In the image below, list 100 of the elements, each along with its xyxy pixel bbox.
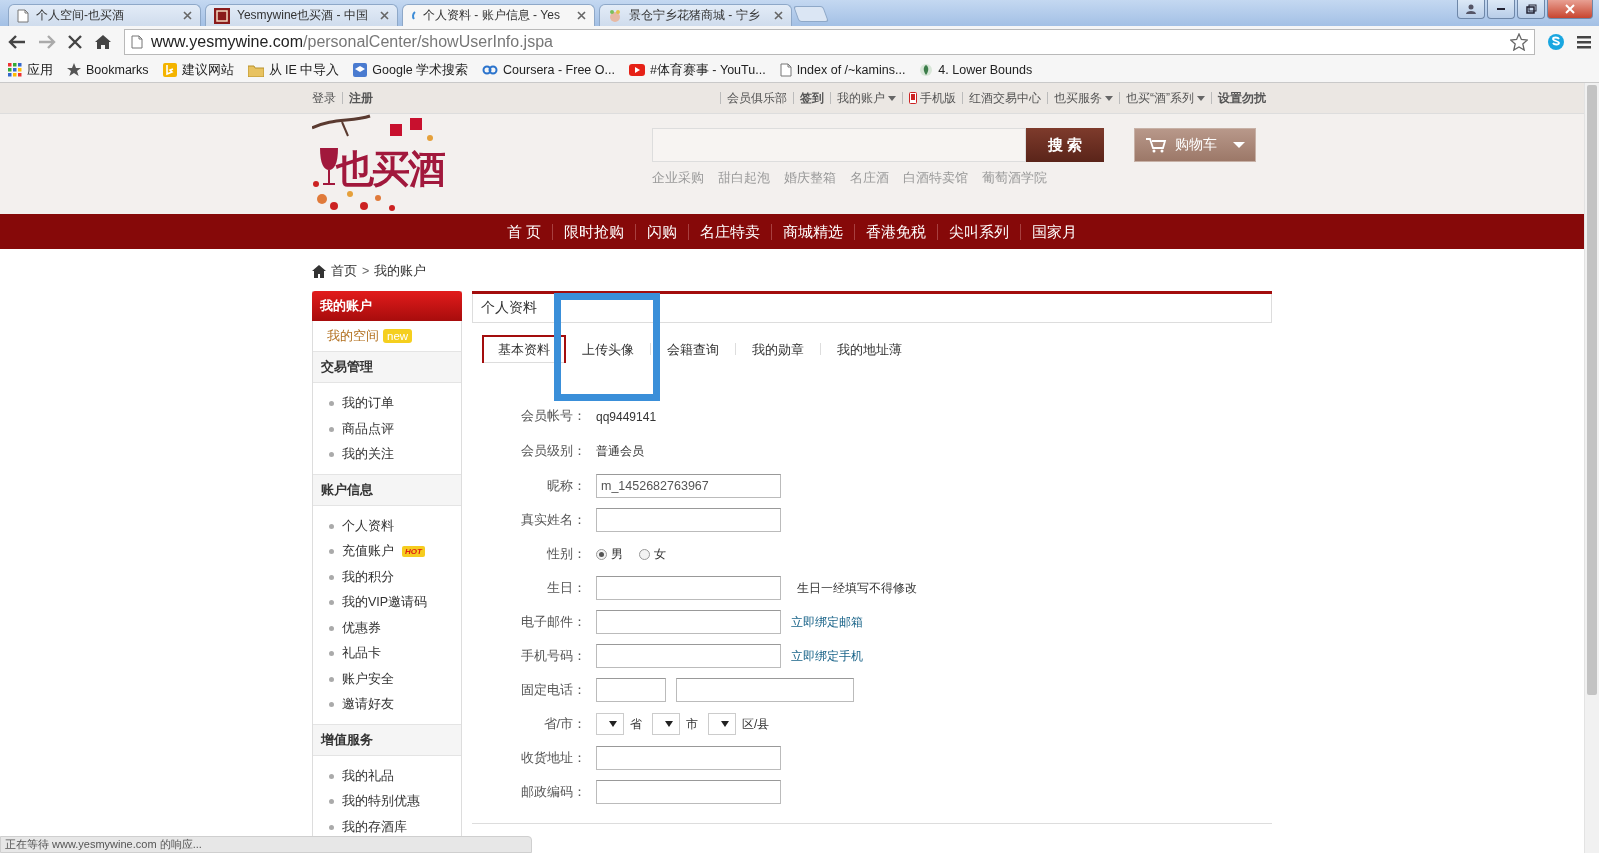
radio-button[interactable] bbox=[596, 548, 607, 560]
bind-link[interactable]: 立即绑定邮箱 bbox=[791, 613, 863, 631]
profile-tab[interactable]: 我的勋章 bbox=[736, 335, 820, 363]
page-icon bbox=[779, 63, 792, 77]
input-field[interactable] bbox=[596, 610, 781, 634]
bookmark-item[interactable]: 建议网站 bbox=[162, 61, 234, 79]
new-badge: new bbox=[383, 329, 413, 343]
close-window-button[interactable] bbox=[1547, 0, 1593, 19]
input-field[interactable] bbox=[596, 508, 781, 532]
skype-icon bbox=[1547, 33, 1565, 51]
browser-tab[interactable]: 个人空间-也买酒 bbox=[8, 4, 201, 26]
browser-tab[interactable]: 个人资料 - 账户信息 - Yes bbox=[402, 4, 595, 26]
search-field[interactable] bbox=[652, 128, 1026, 162]
bookmark-item[interactable]: Coursera - Free O... bbox=[482, 63, 615, 77]
forward-icon bbox=[38, 34, 56, 50]
sidebar-group-heading: 增值服务 bbox=[313, 723, 461, 756]
header-link[interactable]: 登录 bbox=[312, 92, 342, 104]
maximize-button[interactable] bbox=[1517, 0, 1545, 19]
header-link[interactable]: 设置勿扰 bbox=[1211, 92, 1272, 104]
address-bar[interactable]: www.yesmywine.com/personalCenter/showUserInfo.jspa bbox=[124, 29, 1535, 55]
minimize-button[interactable] bbox=[1487, 0, 1515, 19]
bookmark-item[interactable]: Index of /~kamins... bbox=[779, 63, 906, 77]
header-link[interactable]: 注册 bbox=[342, 92, 379, 104]
browser-tab[interactable]: Yesmywine也买酒 - 中国 bbox=[205, 4, 398, 26]
header-link[interactable]: 红酒交易中心 bbox=[962, 92, 1047, 104]
scrollbar-thumb[interactable] bbox=[1587, 85, 1597, 695]
select-dropdown[interactable] bbox=[708, 713, 736, 735]
header-link[interactable]: 也买服务 bbox=[1047, 92, 1119, 104]
nav-link[interactable]: 首 页 bbox=[496, 223, 552, 240]
sidebar-item[interactable]: 个人资料 bbox=[342, 517, 394, 535]
nav-link[interactable]: 名庄特卖 bbox=[688, 223, 771, 240]
header-link[interactable]: 签到 bbox=[793, 92, 830, 104]
bullet-icon bbox=[329, 452, 334, 458]
nav-link[interactable]: 闪购 bbox=[635, 223, 688, 240]
bookmark-item[interactable]: Google 学术搜索 bbox=[353, 61, 469, 79]
sidebar-item[interactable]: 我的订单 bbox=[342, 395, 394, 413]
header-link[interactable]: 手机版 bbox=[902, 92, 962, 104]
field-label: 性别： bbox=[546, 545, 586, 563]
sidebar-title: 我的账户 bbox=[312, 291, 462, 321]
header-link[interactable]: 会员俱乐部 bbox=[720, 92, 793, 104]
bookmark-item[interactable]: 4. Lower Bounds bbox=[919, 63, 1033, 77]
field-label: 省/市： bbox=[542, 715, 586, 733]
search-button[interactable]: 搜 索 bbox=[1026, 128, 1104, 162]
profile-button[interactable] bbox=[1457, 0, 1485, 19]
sidebar-item[interactable]: 我的礼品 bbox=[342, 767, 394, 785]
bookmark-item[interactable]: 从 IE 中导入 bbox=[247, 61, 340, 79]
close-icon bbox=[577, 11, 586, 20]
profile-tab[interactable]: 基本资料 bbox=[482, 335, 566, 363]
home-icon bbox=[94, 34, 112, 50]
nav-link[interactable]: 商城精选 bbox=[771, 223, 854, 240]
cart-icon bbox=[1145, 137, 1167, 153]
site-logo: 也买酒 bbox=[336, 147, 444, 192]
sidebar-item[interactable]: 我的关注 bbox=[342, 446, 394, 464]
input-field[interactable] bbox=[596, 678, 666, 702]
field-label: 会员帐号： bbox=[520, 408, 586, 425]
profile-tab[interactable]: 我的地址薄 bbox=[821, 335, 918, 363]
bookmark-star-icon bbox=[1510, 33, 1528, 51]
bookmark-item[interactable]: Bookmarks bbox=[67, 63, 149, 77]
sidebar-item[interactable]: 账户安全 bbox=[342, 670, 394, 688]
breadcrumb-link[interactable]: 我的账户 bbox=[374, 262, 427, 280]
nav-link[interactable]: 国家月 bbox=[1020, 223, 1088, 240]
header-link[interactable]: 也买“酒”系列 bbox=[1119, 92, 1211, 104]
sidebar-item[interactable]: 礼品卡 bbox=[342, 645, 381, 663]
radio-button[interactable] bbox=[639, 548, 650, 560]
select-dropdown[interactable] bbox=[652, 713, 680, 735]
sidebar-item[interactable]: 我的VIP邀请码 bbox=[342, 594, 428, 612]
sidebar-item[interactable]: 充值账户 bbox=[342, 543, 394, 561]
bookmark-item[interactable]: #体育赛事 - YouTu... bbox=[628, 61, 766, 79]
browser-tab[interactable]: 景仓宁乡花猪商城 - 宁乡 bbox=[599, 4, 792, 26]
header-link[interactable]: 我的账户 bbox=[830, 92, 902, 104]
bullet-icon bbox=[329, 625, 334, 631]
input-field[interactable] bbox=[596, 644, 781, 668]
sidebar-item[interactable]: 我的特别优惠 bbox=[342, 793, 420, 811]
input-field[interactable] bbox=[596, 780, 781, 804]
profile-tab[interactable]: 上传头像 bbox=[566, 335, 650, 363]
bind-link[interactable]: 立即绑定手机 bbox=[791, 647, 863, 665]
sidebar-item[interactable]: 优惠券 bbox=[342, 619, 381, 637]
sidebar-item[interactable]: 我的空间 bbox=[327, 327, 379, 345]
input-field[interactable]: m_1452682763967 bbox=[596, 474, 781, 498]
nav-link[interactable]: 香港免税 bbox=[854, 223, 937, 240]
bullet-icon bbox=[329, 651, 334, 657]
bookmark-item[interactable]: 应用 bbox=[8, 61, 53, 79]
sidebar-item[interactable]: 我的存酒库 bbox=[342, 818, 407, 836]
nav-link[interactable]: 限时抢购 bbox=[552, 223, 635, 240]
select-dropdown[interactable] bbox=[596, 713, 624, 735]
input-field[interactable] bbox=[596, 576, 781, 600]
bullet-icon bbox=[329, 549, 334, 555]
nav-link[interactable]: 尖叫系列 bbox=[937, 223, 1020, 240]
close-icon bbox=[774, 11, 783, 20]
profile-tab[interactable]: 会籍查询 bbox=[651, 335, 735, 363]
input-field[interactable] bbox=[676, 678, 854, 702]
sidebar-item[interactable]: 我的积分 bbox=[342, 568, 394, 586]
sidebar-item[interactable]: 商品点评 bbox=[342, 420, 394, 438]
sidebar-item[interactable]: 邀请好友 bbox=[342, 696, 394, 714]
caret-icon bbox=[888, 95, 896, 101]
region-unit: 区/县 bbox=[742, 715, 770, 733]
stop-icon bbox=[68, 35, 82, 49]
input-field[interactable] bbox=[596, 746, 781, 770]
breadcrumb-link[interactable]: 首页 bbox=[331, 262, 357, 280]
new-tab-button[interactable] bbox=[793, 6, 829, 22]
